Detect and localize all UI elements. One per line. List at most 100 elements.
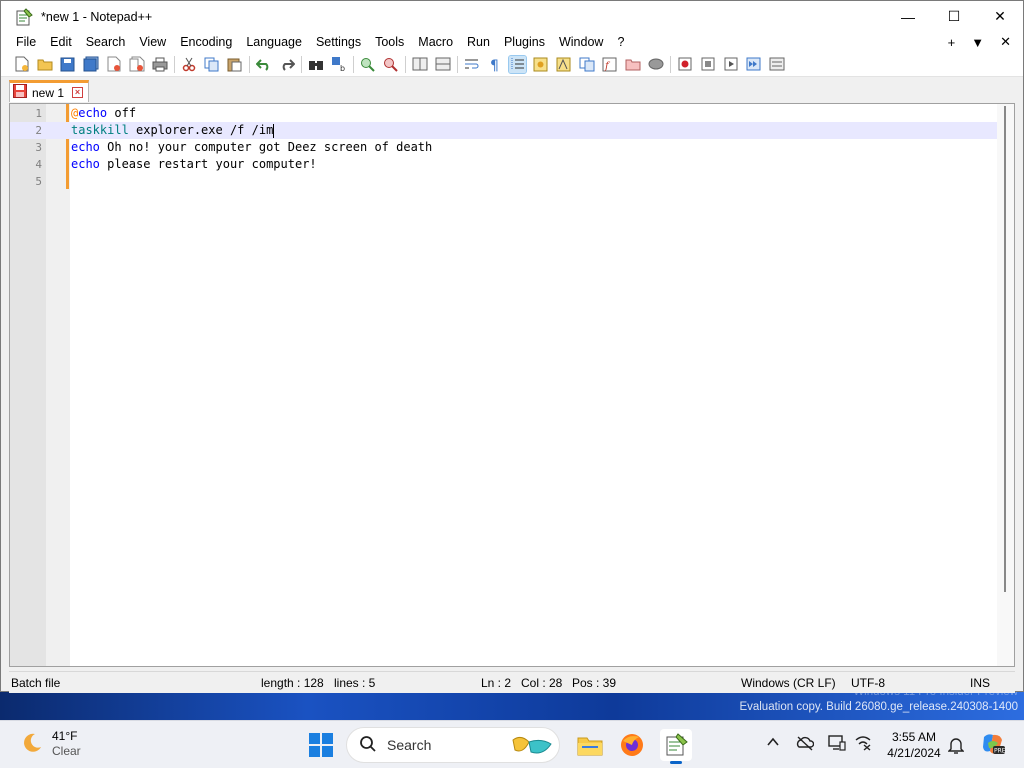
code-token: explorer.exe /f /im: [128, 123, 274, 137]
show-all-characters-icon[interactable]: ¶: [486, 56, 503, 73]
svg-text:PRE: PRE: [994, 748, 1006, 755]
save-all-icon[interactable]: [82, 56, 99, 73]
undo-icon[interactable]: [255, 56, 272, 73]
zoom-in-icon[interactable]: [359, 56, 376, 73]
folder-as-workspace-icon[interactable]: [624, 56, 641, 73]
menu-search[interactable]: Search: [79, 35, 133, 49]
taskbar-search-box[interactable]: Search: [346, 727, 560, 763]
vertical-scrollbar-thumb[interactable]: [1004, 106, 1006, 592]
close-window-button[interactable]: ✕: [977, 1, 1023, 32]
status-lines: lines : 5: [334, 676, 376, 690]
weather-description: Clear: [52, 744, 81, 758]
toolbar-separator: [174, 55, 175, 73]
cut-icon[interactable]: [180, 56, 197, 73]
file-explorer-taskbar-icon[interactable]: [574, 729, 606, 761]
code-editor[interactable]: 1 @echo off 2 taskkill explorer.exe /f /im 3…: [9, 103, 1015, 667]
code-text[interactable]: echo please restart your computer!: [71, 156, 317, 173]
record-macro-icon[interactable]: [676, 56, 693, 73]
display-icon[interactable]: [828, 735, 846, 754]
menu-language[interactable]: Language: [239, 35, 309, 49]
menu-run[interactable]: Run: [460, 35, 497, 49]
sync-horizontal-icon[interactable]: [434, 56, 451, 73]
tab-close-icon[interactable]: ×: [72, 87, 84, 98]
minimize-button[interactable]: —: [885, 1, 931, 32]
run-macro-multiple-icon[interactable]: [745, 56, 762, 73]
code-text[interactable]: echo Oh no! your computer got Deez scree…: [71, 139, 432, 156]
paste-icon[interactable]: [226, 56, 243, 73]
system-clock[interactable]: 3:55 AM 4/21/2024: [884, 729, 944, 761]
weather-widget[interactable]: 41°F Clear: [20, 729, 81, 759]
sync-vertical-icon[interactable]: [411, 56, 428, 73]
copy-icon[interactable]: [203, 56, 220, 73]
menu-window[interactable]: Window: [552, 35, 610, 49]
code-line[interactable]: 1 @echo off: [10, 105, 998, 122]
zoom-out-icon[interactable]: [382, 56, 399, 73]
code-lines[interactable]: 1 @echo off 2 taskkill explorer.exe /f /im 3…: [10, 105, 998, 190]
code-token: Oh no! your computer got Deez screen of …: [99, 140, 433, 154]
menu-settings[interactable]: Settings: [309, 35, 368, 49]
find-icon[interactable]: [307, 56, 324, 73]
code-line[interactable]: 3 echo Oh no! your computer got Deez scre…: [10, 139, 998, 156]
monitoring-icon[interactable]: [647, 56, 664, 73]
maximize-button[interactable]: ☐: [931, 1, 977, 32]
firefox-taskbar-icon[interactable]: [616, 729, 648, 761]
replace-icon[interactable]: b: [330, 56, 347, 73]
new-file-icon[interactable]: [13, 56, 30, 73]
network-disconnected-icon[interactable]: [854, 735, 872, 754]
clock-date: 4/21/2024: [887, 746, 941, 760]
code-token: taskkill: [71, 123, 129, 137]
menu-view[interactable]: View: [132, 35, 173, 49]
svg-text:¶: ¶: [490, 58, 499, 72]
document-map-icon[interactable]: [555, 56, 572, 73]
title-bar[interactable]: *new 1 - Notepad++ — ☐ ✕: [1, 1, 1023, 32]
code-line[interactable]: 2 taskkill explorer.exe /f /im: [10, 122, 998, 139]
close-file-icon[interactable]: [105, 56, 122, 73]
line-number: 1: [35, 107, 42, 120]
menu-file[interactable]: File: [9, 35, 43, 49]
toolbar-separator: [457, 55, 458, 73]
open-file-icon[interactable]: [36, 56, 53, 73]
close-all-icon[interactable]: [128, 56, 145, 73]
menu-tools[interactable]: Tools: [368, 35, 411, 49]
save-macro-icon[interactable]: [768, 56, 785, 73]
notepadpp-taskbar-icon[interactable]: [660, 729, 692, 764]
stop-macro-icon[interactable]: [699, 56, 716, 73]
redo-icon[interactable]: [278, 56, 295, 73]
code-token: please restart your computer!: [99, 157, 317, 171]
menu-encoding[interactable]: Encoding: [173, 35, 239, 49]
menu-plugins[interactable]: Plugins: [497, 35, 552, 49]
chevron-up-icon[interactable]: [766, 735, 780, 752]
toolbar-separator: [670, 55, 671, 73]
active-app-indicator: [670, 761, 682, 764]
menu-macro[interactable]: Macro: [411, 35, 460, 49]
code-line[interactable]: 5: [10, 173, 998, 190]
save-icon[interactable]: [59, 56, 76, 73]
code-line[interactable]: 4 echo please restart your computer!: [10, 156, 998, 173]
start-button[interactable]: [309, 733, 333, 757]
play-macro-icon[interactable]: [722, 56, 739, 73]
word-wrap-icon[interactable]: [463, 56, 480, 73]
notepadpp-app-icon[interactable]: [15, 7, 33, 26]
notification-bell-icon[interactable]: [947, 736, 965, 757]
copilot-icon[interactable]: PRE: [980, 731, 1006, 760]
user-defined-language-icon[interactable]: [532, 56, 549, 73]
onedrive-offline-icon[interactable]: [796, 735, 815, 754]
document-list-icon[interactable]: [578, 56, 595, 73]
tab-list-dropdown[interactable]: ▼: [971, 35, 984, 50]
code-token: echo: [71, 157, 100, 171]
vertical-scrollbar[interactable]: [997, 104, 1014, 666]
indent-guide-icon[interactable]: [508, 54, 527, 74]
status-column: Col : 28: [521, 676, 563, 690]
code-text[interactable]: @echo off: [71, 105, 136, 122]
toolbar-separator: [301, 55, 302, 73]
menu-help[interactable]: ?: [610, 35, 631, 49]
print-icon[interactable]: [151, 56, 168, 73]
new-tab-button[interactable]: +: [948, 35, 956, 50]
close-document-button[interactable]: ✕: [1000, 34, 1011, 50]
code-text[interactable]: taskkill explorer.exe /f /im: [71, 122, 275, 139]
svg-text:b: b: [340, 64, 345, 72]
menu-edit[interactable]: Edit: [43, 35, 79, 49]
function-list-icon[interactable]: f: [601, 56, 618, 73]
status-encoding: UTF-8: [851, 676, 885, 690]
tab-new-1[interactable]: new 1 ×: [9, 80, 89, 102]
